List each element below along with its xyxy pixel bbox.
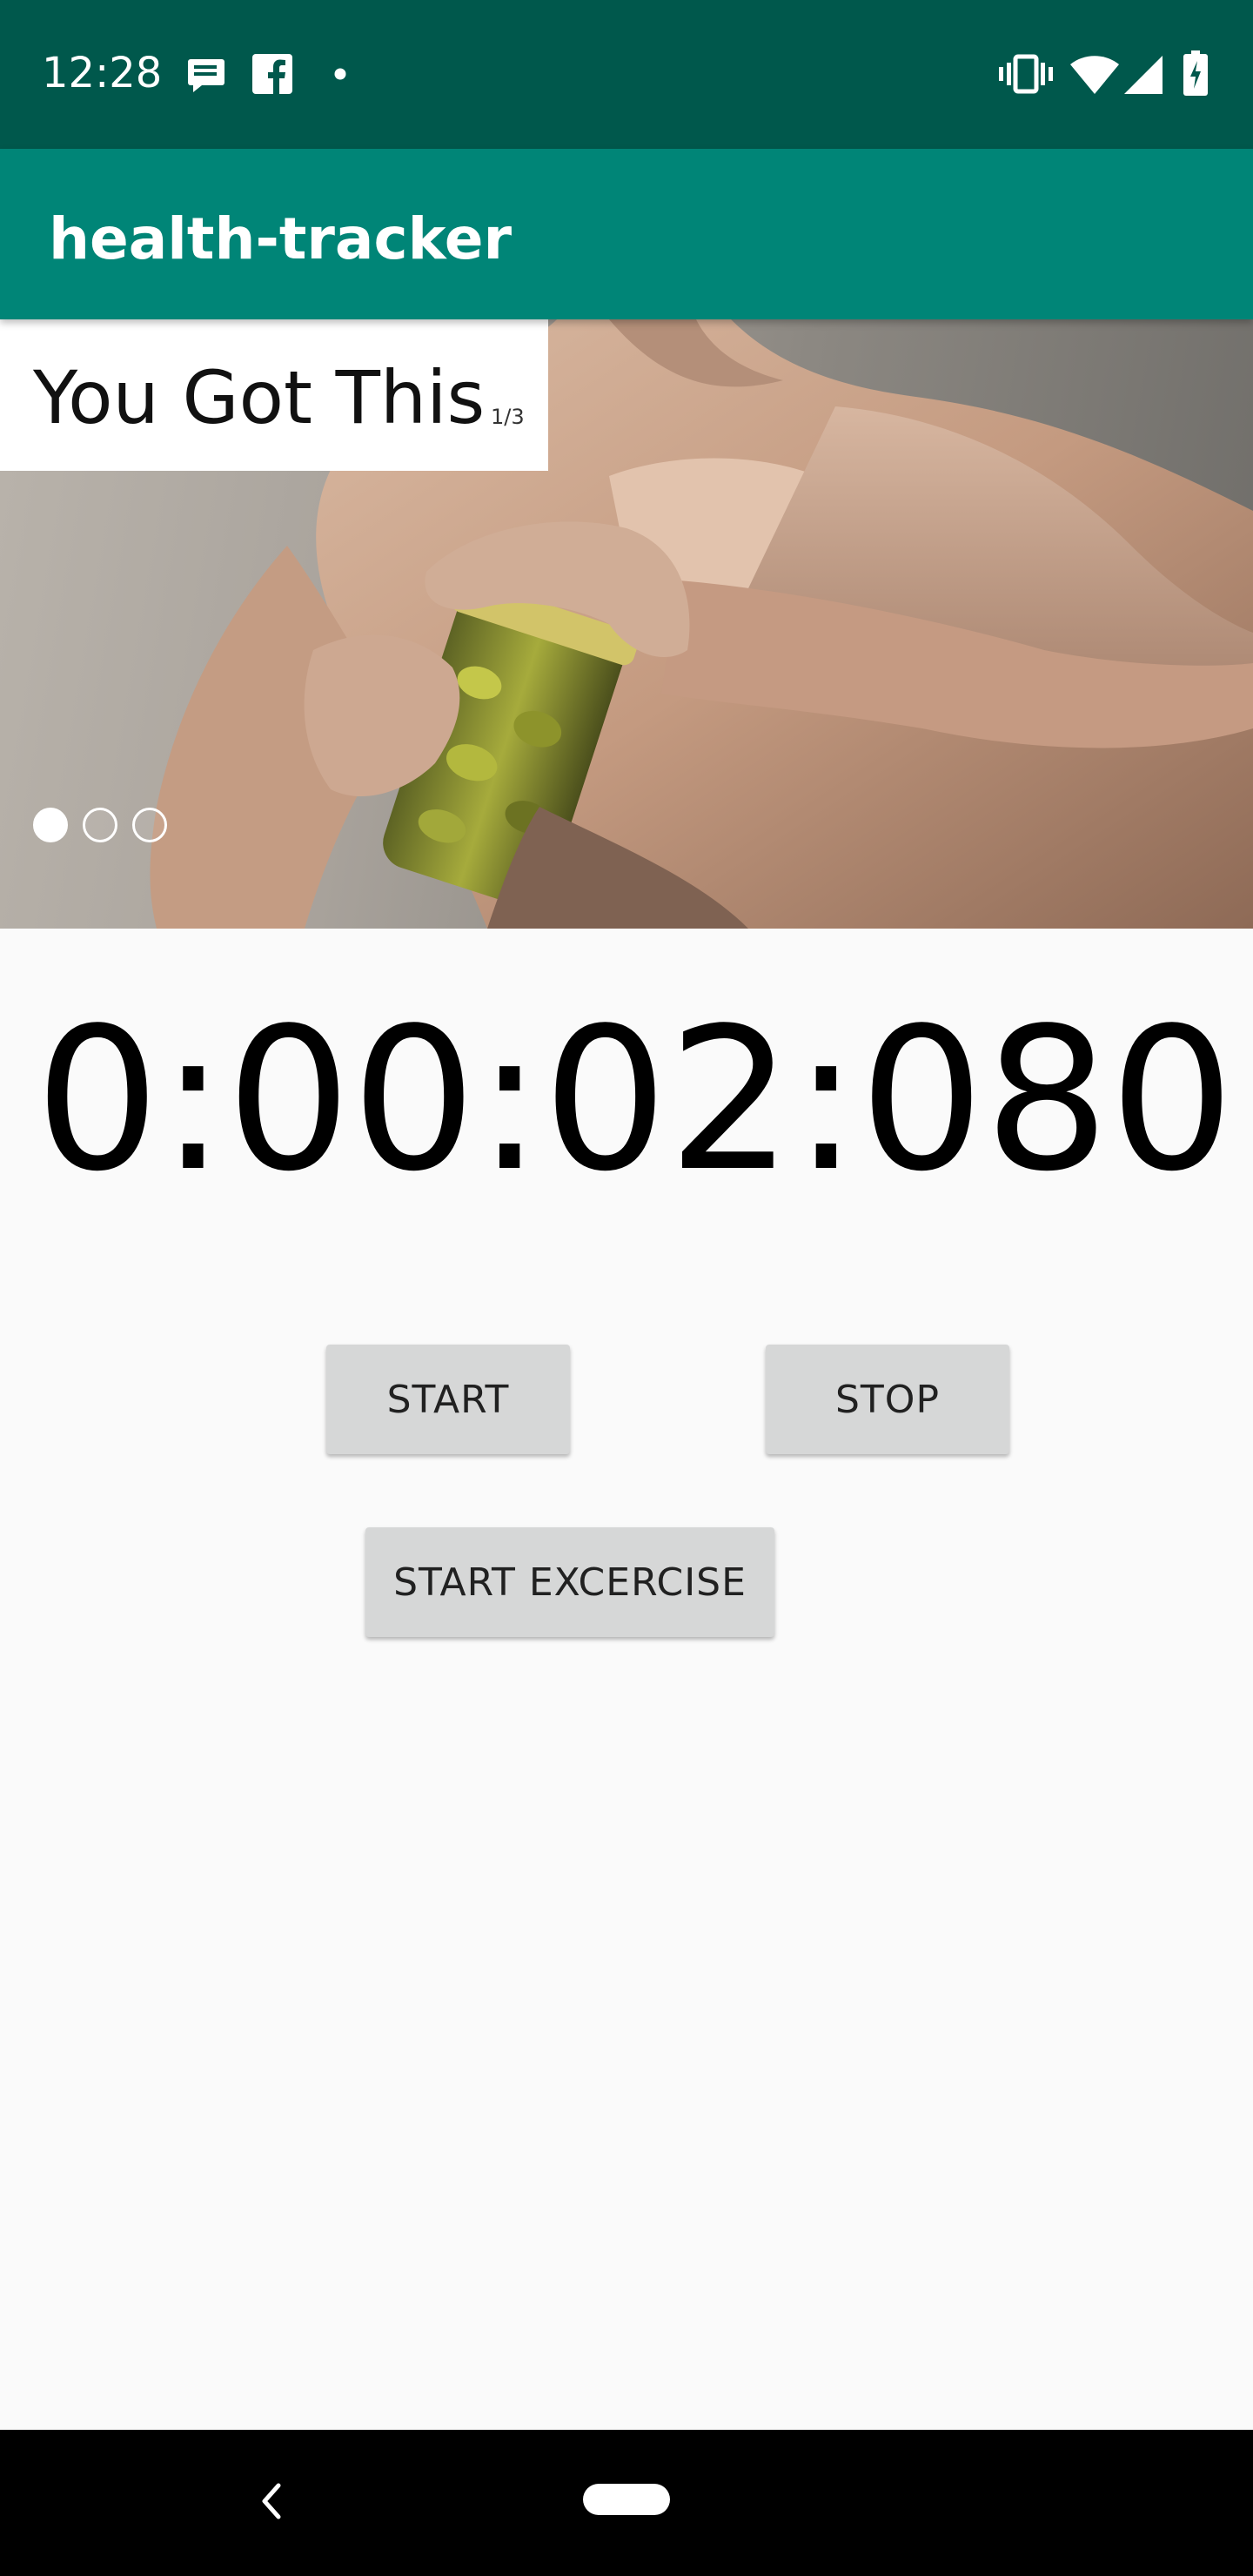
- start-exercise-button[interactable]: START EXCERCISE: [365, 1527, 774, 1637]
- message-icon: [186, 57, 226, 97]
- vibrate-icon: [999, 54, 1053, 98]
- indicator-dot[interactable]: [132, 808, 167, 842]
- start-button[interactable]: START: [326, 1345, 570, 1454]
- stop-button[interactable]: STOP: [766, 1345, 1009, 1454]
- back-chevron-icon[interactable]: [258, 2482, 284, 2525]
- app-title: health-tracker: [49, 205, 513, 272]
- navigation-bar: [0, 2430, 1253, 2576]
- image-carousel[interactable]: You Got This 1/3: [0, 319, 1253, 929]
- app-bar: health-tracker: [0, 149, 1253, 319]
- caption-box: You Got This 1/3: [0, 319, 548, 471]
- facebook-icon: [252, 54, 292, 98]
- status-time: 12:28: [42, 49, 163, 97]
- wifi-icon: [1070, 56, 1119, 98]
- slide-caption: You Got This: [33, 355, 486, 440]
- home-pill-icon[interactable]: [583, 2484, 670, 2519]
- battery-charging-icon: [1183, 50, 1208, 100]
- status-bar: 12:28: [0, 0, 1253, 149]
- cell-signal-icon: [1124, 56, 1163, 98]
- slide-counter: 1/3: [491, 405, 525, 429]
- notification-dot-icon: [334, 68, 346, 84]
- carousel-indicator: [33, 808, 167, 848]
- indicator-dot-active[interactable]: [33, 808, 68, 842]
- screen: 12:28 health-tracker You Got This 1/3 0:…: [0, 0, 1253, 2576]
- stopwatch-display: 0:00:02:080: [35, 986, 1235, 1215]
- indicator-dot[interactable]: [83, 808, 117, 842]
